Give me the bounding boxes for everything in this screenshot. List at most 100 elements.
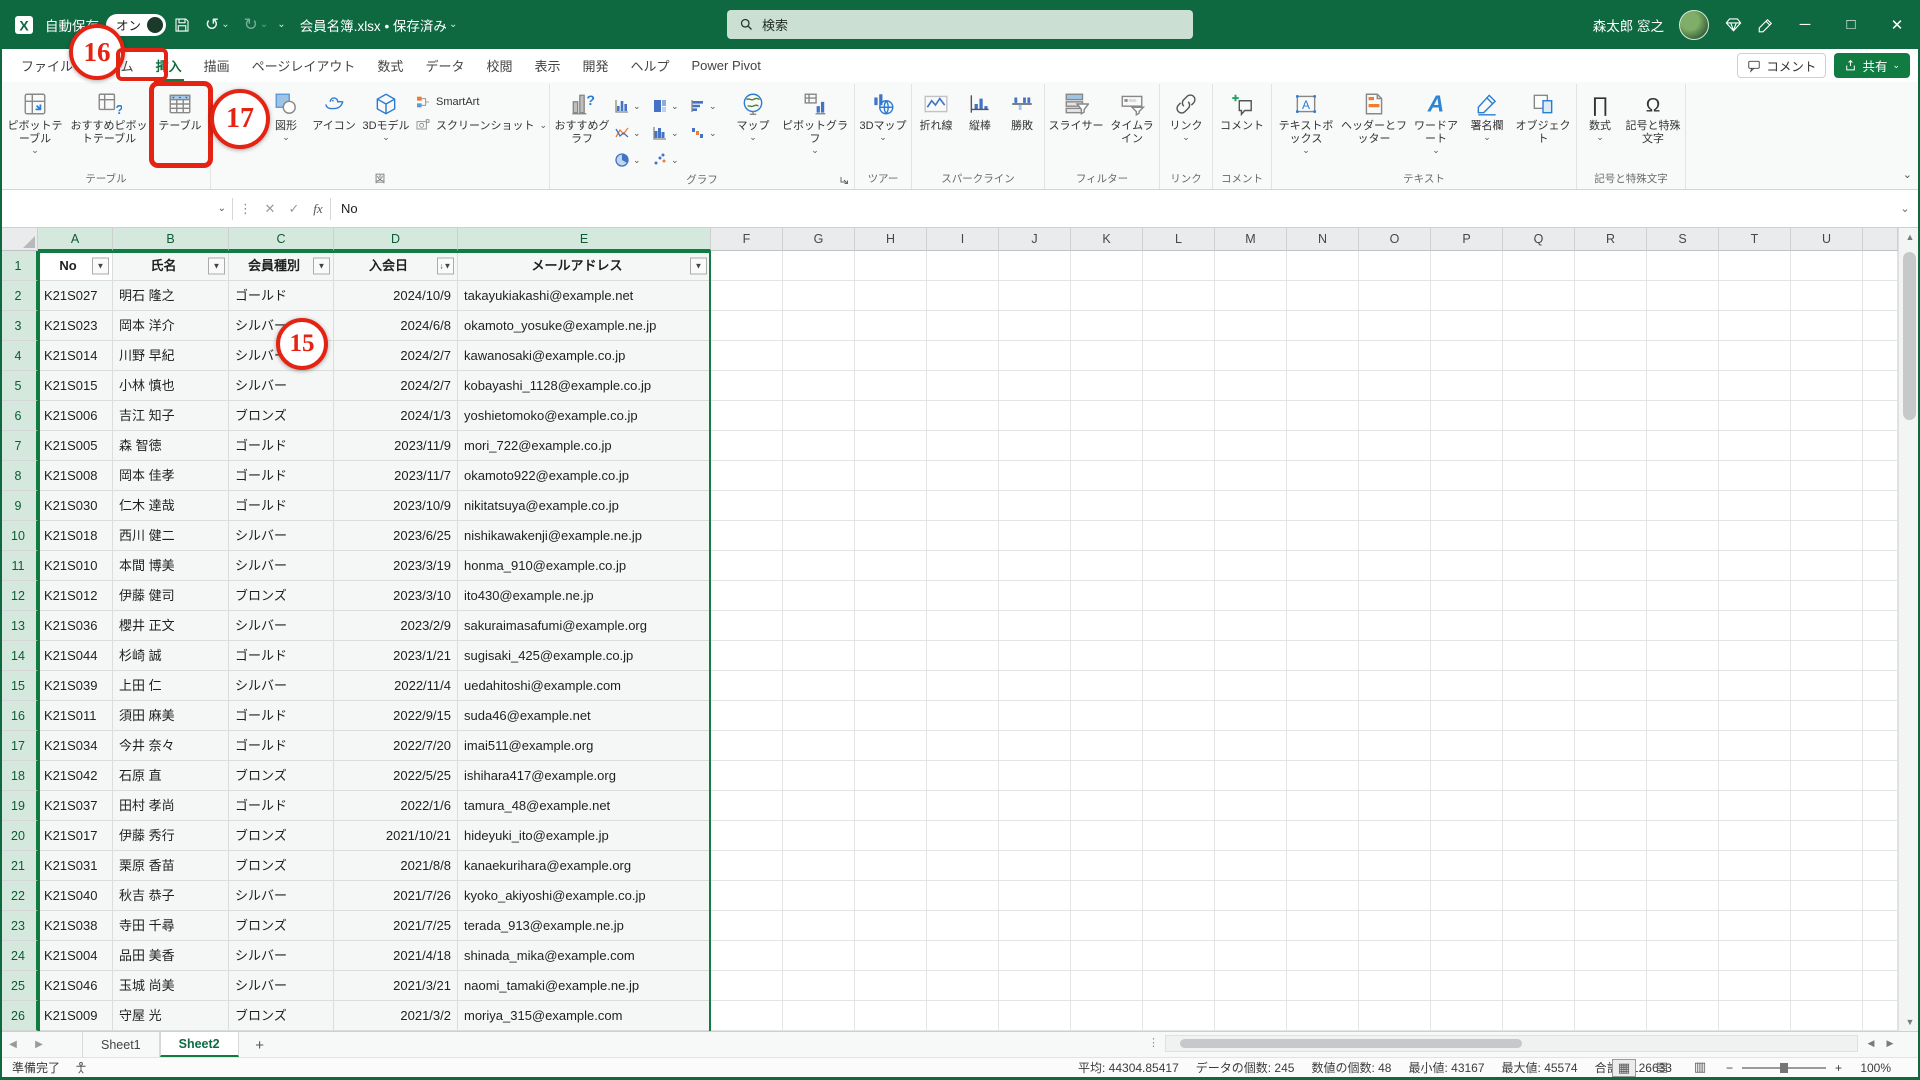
cell[interactable] (1215, 971, 1287, 1001)
cell[interactable]: ブロンズ (229, 581, 334, 611)
cell[interactable] (1071, 491, 1143, 521)
cell[interactable] (1215, 461, 1287, 491)
cell[interactable] (1647, 311, 1719, 341)
cell[interactable] (1071, 521, 1143, 551)
cell[interactable]: シルバー (229, 941, 334, 971)
cell[interactable] (1071, 461, 1143, 491)
cell[interactable] (1359, 521, 1431, 551)
column-header[interactable]: N (1287, 228, 1359, 251)
close-icon[interactable]: ✕ (1874, 0, 1920, 49)
cell[interactable] (783, 341, 855, 371)
cell[interactable] (1791, 461, 1863, 491)
cell[interactable]: okamoto922@example.co.jp (458, 461, 711, 491)
accessibility-icon[interactable] (74, 1061, 88, 1075)
cell[interactable] (1503, 701, 1575, 731)
row-header[interactable]: 10 (0, 521, 38, 551)
cell[interactable] (855, 881, 927, 911)
cell[interactable] (711, 671, 783, 701)
cell[interactable] (1143, 551, 1215, 581)
cell[interactable] (999, 971, 1071, 1001)
tab-insert[interactable]: 挿入 (145, 49, 193, 82)
ribbon-button[interactable]: オブジェクト (1512, 86, 1574, 146)
cell[interactable] (1143, 791, 1215, 821)
cell[interactable]: okamoto_yosuke@example.ne.jp (458, 311, 711, 341)
cell[interactable] (1647, 401, 1719, 431)
cell[interactable] (783, 1001, 855, 1031)
cell[interactable] (1791, 611, 1863, 641)
cell[interactable] (1503, 821, 1575, 851)
cell[interactable] (1359, 971, 1431, 1001)
ribbon-button[interactable]: 画像 ⌄ (213, 86, 261, 142)
cell[interactable] (711, 761, 783, 791)
cell[interactable] (1287, 491, 1359, 521)
ribbon-button[interactable]: リンク ⌄ (1162, 86, 1210, 142)
cell[interactable]: 2021/10/21 (334, 821, 458, 851)
row-header[interactable]: 14 (0, 641, 38, 671)
cell[interactable]: ゴールド (229, 491, 334, 521)
cell[interactable] (1287, 461, 1359, 491)
cell[interactable]: nikitatsuya@example.co.jp (458, 491, 711, 521)
cell[interactable]: 西川 健二 (113, 521, 229, 551)
customize-toolbar-icon[interactable]: ⌄ (277, 19, 285, 30)
cell[interactable] (1575, 401, 1647, 431)
row-header[interactable]: 21 (0, 851, 38, 881)
cell[interactable] (783, 491, 855, 521)
cell[interactable]: 2022/1/6 (334, 791, 458, 821)
cell[interactable] (999, 641, 1071, 671)
formula-content[interactable]: No (331, 201, 1890, 216)
cell[interactable] (1359, 671, 1431, 701)
cell[interactable] (855, 791, 927, 821)
cell[interactable] (927, 401, 999, 431)
cell[interactable] (1143, 371, 1215, 401)
cell[interactable] (783, 611, 855, 641)
cell[interactable] (1647, 611, 1719, 641)
cell[interactable] (1719, 281, 1791, 311)
cell[interactable] (1791, 371, 1863, 401)
ribbon-button[interactable]: A テキストボックス ⌄ (1274, 86, 1338, 155)
cell[interactable] (927, 341, 999, 371)
cell[interactable] (999, 611, 1071, 641)
cell[interactable] (1071, 821, 1143, 851)
cell[interactable] (711, 461, 783, 491)
cell[interactable] (1647, 581, 1719, 611)
cell[interactable] (1791, 1001, 1863, 1031)
cell[interactable] (1719, 431, 1791, 461)
cell[interactable]: imai511@example.org (458, 731, 711, 761)
cell[interactable] (1863, 941, 1898, 971)
cell[interactable] (1719, 251, 1791, 281)
cell[interactable] (1359, 761, 1431, 791)
cell[interactable] (1071, 1001, 1143, 1031)
cell[interactable] (1863, 461, 1898, 491)
cell[interactable] (927, 311, 999, 341)
cell[interactable]: 吉江 知子 (113, 401, 229, 431)
cell[interactable] (1863, 341, 1898, 371)
cell[interactable] (1503, 971, 1575, 1001)
cell[interactable]: ゴールド (229, 281, 334, 311)
cell[interactable] (1215, 881, 1287, 911)
cell[interactable] (855, 671, 927, 701)
ribbon-button[interactable]: ⌄ (614, 92, 652, 119)
row-header[interactable]: 7 (0, 431, 38, 461)
cell[interactable] (1215, 731, 1287, 761)
cell[interactable] (1359, 461, 1431, 491)
tab-power-pivot[interactable]: Power Pivot (681, 49, 772, 82)
cell[interactable] (927, 701, 999, 731)
cell[interactable] (1791, 971, 1863, 1001)
ribbon-button[interactable]: スライサー (1047, 86, 1105, 133)
cell[interactable] (855, 911, 927, 941)
cell[interactable] (1071, 401, 1143, 431)
cell[interactable] (999, 791, 1071, 821)
row-header[interactable]: 18 (0, 761, 38, 791)
cell[interactable] (1575, 731, 1647, 761)
cell[interactable] (927, 281, 999, 311)
cell[interactable] (1359, 911, 1431, 941)
cell[interactable] (1863, 431, 1898, 461)
cell[interactable]: 岡本 佳孝 (113, 461, 229, 491)
row-header[interactable]: 2 (0, 281, 38, 311)
cell[interactable] (999, 731, 1071, 761)
pen-icon[interactable] (1757, 16, 1775, 34)
cell[interactable] (1575, 701, 1647, 731)
cell[interactable] (1143, 521, 1215, 551)
cell[interactable] (1575, 551, 1647, 581)
cell[interactable] (1215, 311, 1287, 341)
